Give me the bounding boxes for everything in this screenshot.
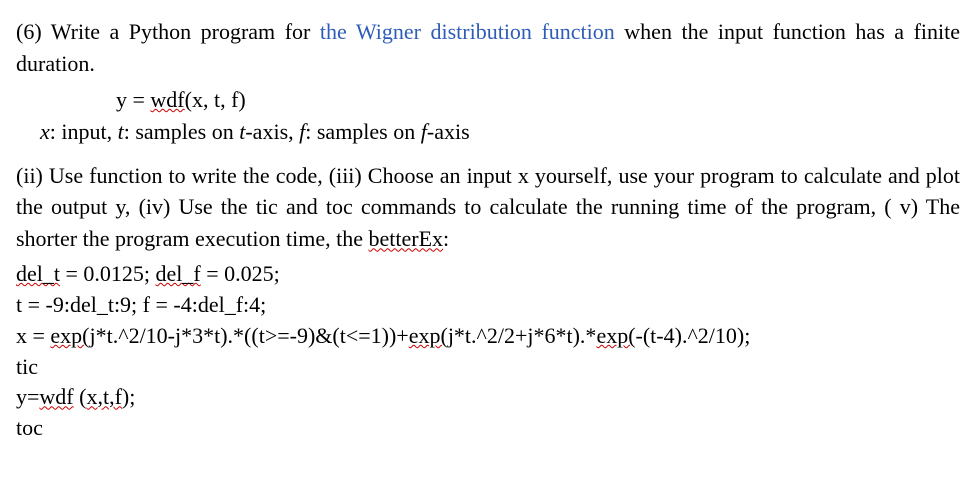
variable-description: x: input, t: samples on t-axis, f: sampl… xyxy=(16,116,960,148)
code-l5e: ); xyxy=(122,384,135,409)
code-exp1: exp( xyxy=(50,323,89,348)
paragraph-instructions: (ii) Use function to write the code, (ii… xyxy=(16,160,960,256)
code-line-6: toc xyxy=(16,413,960,444)
equation-wdf: y = wdf(x, t, f) xyxy=(16,84,960,116)
code-l1d: = 0.025; xyxy=(201,261,280,286)
var-x: x xyxy=(40,119,50,144)
code-l5c: ( xyxy=(74,384,87,409)
code-del-f: del_f xyxy=(156,261,201,286)
instr-colon: : xyxy=(443,226,449,251)
var-t-axis-txt: -axis, xyxy=(245,119,299,144)
code-line-2: t = -9:del_t:9; f = -4:del_f:4; xyxy=(16,290,960,321)
code-wdf: wdf xyxy=(39,384,73,409)
var-t-txt: : samples on xyxy=(124,119,240,144)
code-del-t: del_t xyxy=(16,261,60,286)
code-l3g: -(t-4).^2/10); xyxy=(636,323,751,348)
var-x-txt: : input, xyxy=(50,119,118,144)
code-line-3: x = exp(j*t.^2/10-j*3*t).*((t>=-9)&(t<=1… xyxy=(16,321,960,352)
code-exp2: exp( xyxy=(409,323,448,348)
code-l1b: = 0.0125; xyxy=(60,261,156,286)
var-f-axis-txt: -axis xyxy=(427,119,470,144)
eq-args: (x, t, f) xyxy=(185,87,246,112)
code-line-5: y=wdf (x,t,f); xyxy=(16,382,960,413)
code-block: del_t = 0.0125; del_f = 0.025; t = -9:de… xyxy=(16,259,960,444)
code-l3e: j*t.^2/2+j*6*t).* xyxy=(448,323,597,348)
paragraph-problem-6: (6) Write a Python program for the Wigne… xyxy=(16,16,960,80)
code-l3c: j*t.^2/10-j*3*t).*((t>=-9)&(t<=1))+ xyxy=(90,323,409,348)
var-f-txt: : samples on xyxy=(305,119,421,144)
text-prefix: (6) Write a Python program for xyxy=(16,19,320,44)
code-args: x,t,f xyxy=(86,384,121,409)
code-l3a: x = xyxy=(16,323,50,348)
eq-prefix: y = xyxy=(116,87,150,112)
instr-body: (ii) Use function to write the code, (ii… xyxy=(16,163,960,252)
code-line-1: del_t = 0.0125; del_f = 0.025; xyxy=(16,259,960,290)
code-line-4: tic xyxy=(16,352,960,383)
eq-fn-name: wdf xyxy=(150,87,184,112)
code-l5a: y= xyxy=(16,384,39,409)
link-wigner-distribution[interactable]: the Wigner distribution function xyxy=(320,19,615,44)
instr-betterex: betterEx xyxy=(369,226,444,251)
code-exp3: exp( xyxy=(596,323,635,348)
